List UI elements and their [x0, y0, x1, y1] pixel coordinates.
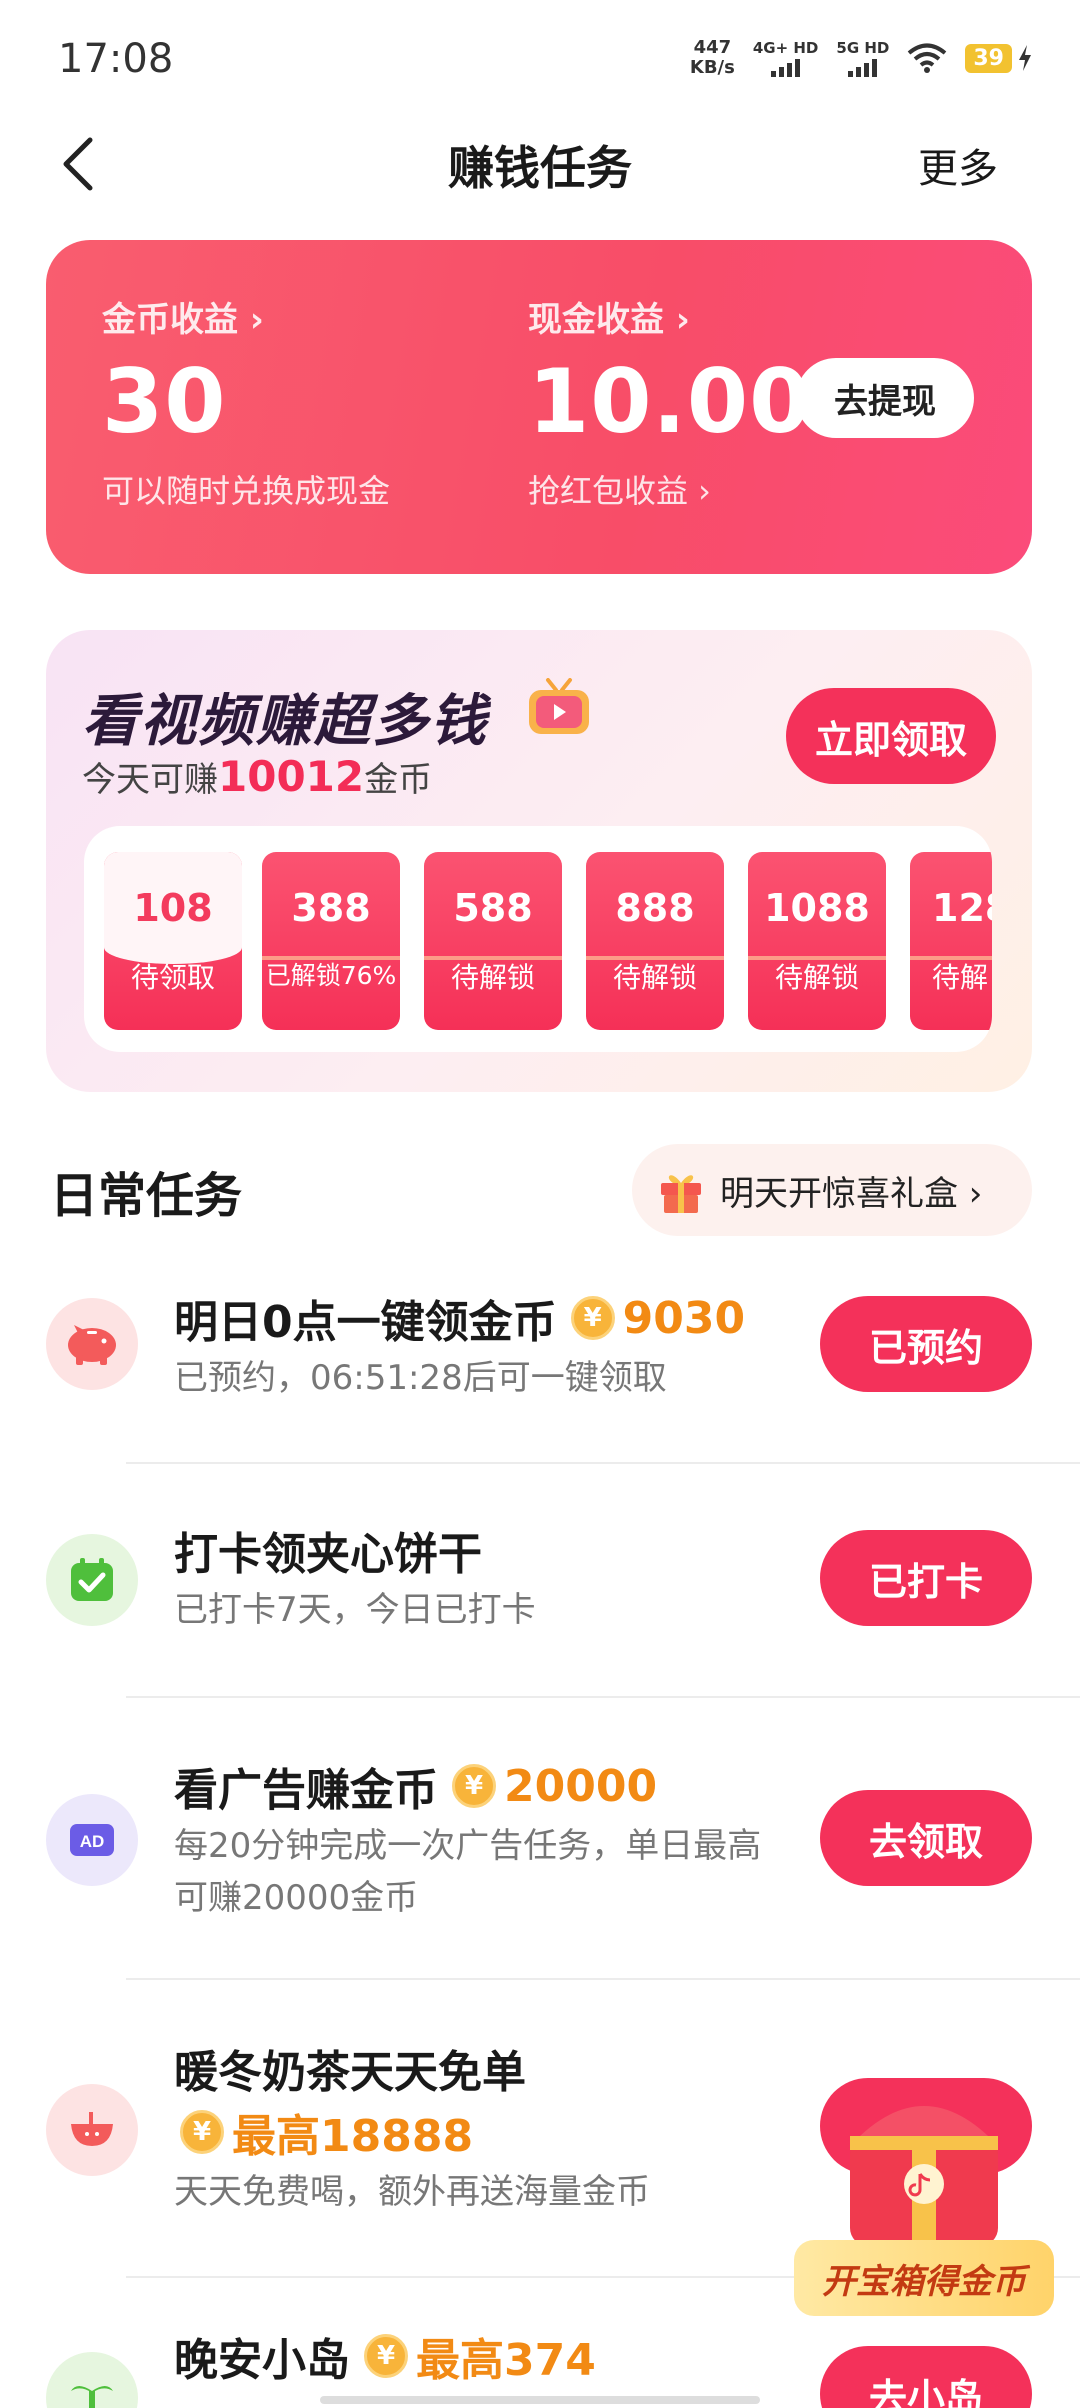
- coin-earnings-link[interactable]: 金币收益 ›: [102, 292, 264, 341]
- red-packet-earnings-link[interactable]: 抢红包收益 ›: [528, 466, 711, 512]
- treasure-chest-button[interactable]: 开宝箱得金币: [794, 2076, 1054, 2316]
- earnings-card: 金币收益 › 30 可以随时兑换成现金 现金收益 › 10.00 抢红包收益 ›…: [46, 240, 1032, 574]
- ad-icon: AD: [46, 1794, 138, 1886]
- video-card-title: 看视频赚超多钱: [82, 689, 488, 754]
- coin-earnings-sub: 可以随时兑换成现金: [102, 472, 391, 510]
- milk-tea-icon: [46, 2084, 138, 2176]
- coin-icon: ¥: [180, 2110, 224, 2154]
- home-indicator: [320, 2396, 760, 2404]
- reward-tier[interactable]: 388 已解锁76%: [262, 852, 400, 1030]
- task-reward: 最高374: [416, 2335, 596, 2386]
- more-button[interactable]: 更多: [918, 136, 998, 194]
- signal-5g-icon: 5G HD: [836, 39, 889, 77]
- task-description: 已打卡7天，今日已打卡: [174, 1590, 536, 1630]
- reward-tier[interactable]: 1088 待解锁: [748, 852, 886, 1030]
- withdraw-button[interactable]: 去提现: [796, 358, 974, 438]
- task-title: 看广告赚金币 ¥ 20000: [174, 1760, 658, 1817]
- daily-max-coins: 10012: [218, 752, 365, 801]
- divider: [126, 1696, 1080, 1698]
- reward-tier-strip[interactable]: 108 待领取 388 已解锁76% 588 待解锁 888 待解锁 1088 …: [84, 826, 992, 1052]
- claim-button[interactable]: 去领取: [820, 1790, 1032, 1886]
- wifi-icon: [908, 43, 947, 73]
- task-title: 明日0点一键领金币 ¥ 9030: [174, 1292, 746, 1349]
- task-title: 暖冬奶茶天天免单: [174, 2047, 526, 2098]
- task-title: 晚安小岛 ¥ 最高374: [174, 2324, 596, 2388]
- piggy-bank-icon: [46, 1298, 138, 1390]
- task-description: 每20分钟完成一次广告任务，单日最高可赚20000金币: [174, 1826, 762, 1918]
- surprise-gift-button[interactable]: 明天开惊喜礼盒 ›: [632, 1144, 1032, 1236]
- coin-icon: ¥: [570, 1296, 615, 1340]
- reserved-button[interactable]: 已预约: [820, 1296, 1032, 1392]
- video-card-subtitle: 今天可赚 10012 金币: [82, 752, 433, 801]
- status-icons: 447 KB/s 4G+ HD 5G HD 39: [690, 38, 1032, 78]
- reward-tier[interactable]: 128 待解: [910, 852, 992, 1030]
- reward-tier[interactable]: 108 待领取: [104, 852, 242, 1030]
- task-reward: 最高18888: [232, 2111, 474, 2162]
- tv-icon: [529, 678, 589, 734]
- svg-text:AD: AD: [80, 1832, 105, 1851]
- go-island-button[interactable]: 去小岛: [820, 2346, 1032, 2408]
- video-earn-card: 看视频赚超多钱 今天可赚 10012 金币 立即领取 108 待领取 388 已…: [46, 630, 1032, 1092]
- daily-tasks-heading: 日常任务: [50, 1168, 243, 1224]
- divider: [126, 1462, 1080, 1464]
- status-bar: 17:08 447 KB/s 4G+ HD 5G HD 39: [0, 0, 1080, 120]
- island-icon: [46, 2352, 138, 2408]
- task-title: 打卡领夹心饼干: [174, 1529, 482, 1580]
- divider: [126, 1978, 1080, 1980]
- status-time: 17:08: [58, 36, 174, 82]
- battery-icon: 39: [965, 43, 1032, 73]
- task-reward-row: ¥ 最高18888: [166, 2100, 473, 2164]
- cash-earnings-value: 10.00: [528, 350, 812, 453]
- task-description: 已预约，06:51:28后可一键领取: [174, 1358, 667, 1398]
- claim-now-button[interactable]: 立即领取: [786, 688, 996, 784]
- treasure-label: 开宝箱得金币: [794, 2240, 1054, 2316]
- coin-earnings-value: 30: [102, 350, 227, 453]
- task-reward: 9030: [622, 1292, 746, 1344]
- coin-icon: ¥: [452, 1764, 496, 1808]
- checked-in-button[interactable]: 已打卡: [820, 1530, 1032, 1626]
- net-speed: 447 KB/s: [689, 37, 735, 78]
- calendar-check-icon: [46, 1534, 138, 1626]
- gift-box-icon: [661, 1175, 701, 1213]
- cash-earnings-link[interactable]: 现金收益 ›: [528, 292, 690, 341]
- treasure-chest-icon: [850, 2106, 998, 2246]
- nav-bar: 赚钱任务 更多: [0, 120, 1080, 210]
- signal-4g-icon: 4G+ HD: [753, 39, 818, 77]
- coin-icon: ¥: [364, 2334, 408, 2378]
- task-reward: 20000: [504, 1760, 658, 1812]
- task-description: 天天免费喝，额外再送海量金币: [174, 2172, 650, 2212]
- reward-tier[interactable]: 888 待解锁: [586, 852, 724, 1030]
- reward-tier[interactable]: 588 待解锁: [424, 852, 562, 1030]
